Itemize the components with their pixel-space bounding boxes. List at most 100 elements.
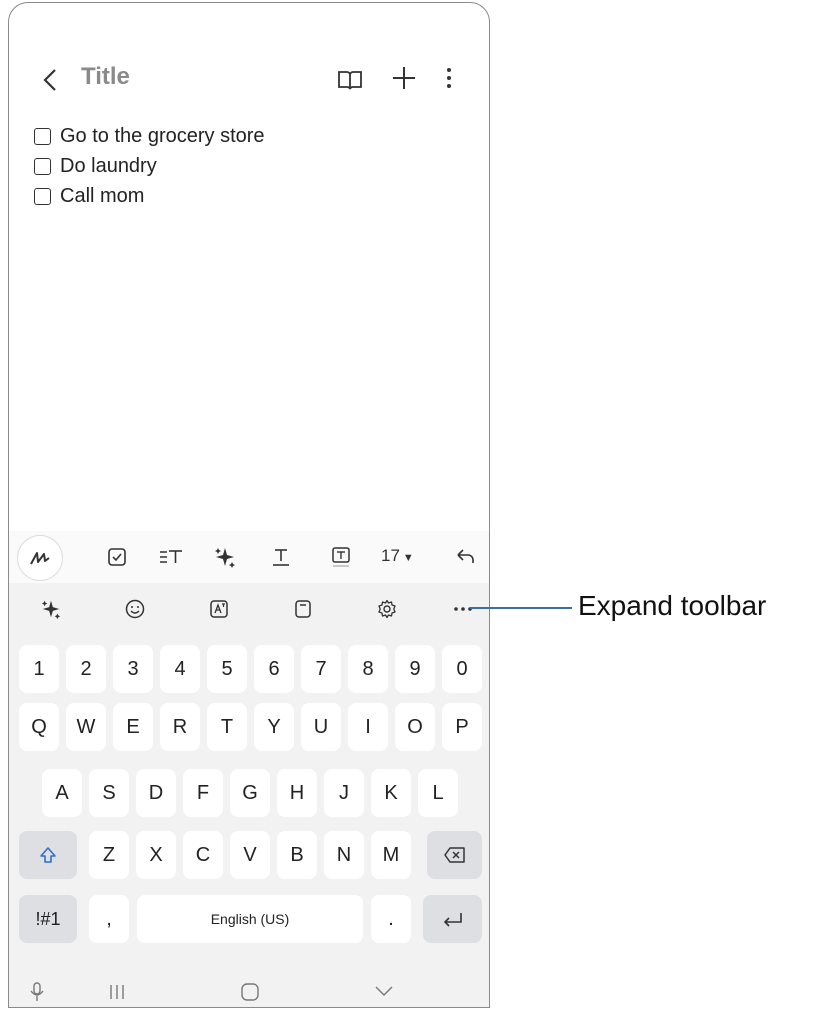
clipboard-icon [295,600,311,618]
handwriting-icon [30,552,50,565]
keyboard-toolbar [9,583,489,635]
callout-line [470,607,572,609]
note-editor[interactable]: Go to the grocery store Do laundry Call … [9,113,489,531]
emoji-icon [125,599,145,619]
keyboard: 1 2 3 4 5 6 7 8 9 0 Q W E R T Y U I O P … [9,635,489,975]
chevron-down-icon: ▼ [402,552,414,564]
system-nav-bar [9,975,489,1007]
clipboard-button[interactable] [283,583,323,635]
font-size-value: 17 [381,546,400,565]
key-g[interactable]: G [230,769,270,817]
checklist-item[interactable]: Do laundry [34,151,157,181]
checkbox-list-button[interactable] [97,531,137,583]
app-bar: Title [9,43,489,115]
translate-icon [210,600,228,618]
callout-label-expand-toolbar: Expand toolbar [578,590,767,621]
reading-mode-icon[interactable] [335,65,365,95]
checkbox[interactable] [34,187,51,205]
undo-icon [457,549,474,563]
backspace-icon [443,847,465,863]
key-o[interactable]: O [395,703,435,751]
text-style-icon [273,549,289,566]
enter-icon [443,913,462,927]
back-icon[interactable] [39,65,63,95]
text-box-icon [332,547,350,567]
shift-key[interactable] [19,831,77,879]
key-w[interactable]: W [66,703,106,751]
expand-toolbar-button[interactable] [447,583,479,635]
checklist-item-label[interactable]: Do laundry [60,155,157,178]
page-title[interactable]: Title [81,63,130,91]
key-5[interactable]: 5 [207,645,247,693]
checklist-item[interactable]: Call mom [34,181,144,211]
checklist-item[interactable]: Go to the grocery store [34,121,265,151]
text-align-button[interactable] [151,531,191,583]
checklist-item-label[interactable]: Call mom [60,185,144,208]
backspace-key[interactable] [427,831,482,879]
checklist-item-label[interactable]: Go to the grocery store [60,125,265,148]
key-u[interactable]: U [301,703,341,751]
format-toolbar: 17 ▼ [9,531,489,583]
key-7[interactable]: 7 [301,645,341,693]
key-y[interactable]: Y [254,703,294,751]
key-0[interactable]: 0 [442,645,482,693]
emoji-button[interactable] [115,583,155,635]
key-p[interactable]: P [442,703,482,751]
more-options-icon[interactable] [439,63,459,93]
settings-icon [378,599,396,619]
handwriting-button[interactable] [17,535,63,581]
checkbox-list-icon [108,548,126,566]
key-6[interactable]: 6 [254,645,294,693]
key-e[interactable]: E [113,703,153,751]
recent-apps-icon[interactable] [107,982,127,1002]
text-box-button[interactable] [321,531,361,583]
key-c[interactable]: C [183,831,223,879]
key-h[interactable]: H [277,769,317,817]
key-q[interactable]: Q [19,703,59,751]
ai-assist-button[interactable] [205,531,245,583]
undo-button[interactable] [445,531,485,583]
add-icon[interactable] [389,63,419,93]
key-d[interactable]: D [136,769,176,817]
text-style-button[interactable] [261,531,301,583]
key-3[interactable]: 3 [113,645,153,693]
key-z[interactable]: Z [89,831,129,879]
key-8[interactable]: 8 [348,645,388,693]
key-f[interactable]: F [183,769,223,817]
keyboard-settings-button[interactable] [367,583,407,635]
key-t[interactable]: T [207,703,247,751]
phone-screen: Title Go to the grocery store Do laundry… [8,2,490,1008]
font-size-dropdown[interactable]: 17 ▼ [381,546,414,566]
checkbox[interactable] [34,127,51,145]
space-key[interactable]: English (US) [137,895,363,943]
enter-key[interactable] [423,895,482,943]
period-key[interactable]: . [371,895,411,943]
key-i[interactable]: I [348,703,388,751]
key-m[interactable]: M [371,831,411,879]
ai-assist-icon [215,548,235,568]
comma-key[interactable]: , [89,895,129,943]
key-2[interactable]: 2 [66,645,106,693]
key-x[interactable]: X [136,831,176,879]
key-k[interactable]: K [371,769,411,817]
key-b[interactable]: B [277,831,317,879]
text-align-icon [160,550,182,563]
key-v[interactable]: V [230,831,270,879]
microphone-icon[interactable] [27,981,47,1003]
key-9[interactable]: 9 [395,645,435,693]
translate-button[interactable] [199,583,239,635]
key-1[interactable]: 1 [19,645,59,693]
key-n[interactable]: N [324,831,364,879]
key-a[interactable]: A [42,769,82,817]
key-l[interactable]: L [418,769,458,817]
checkbox[interactable] [34,157,51,175]
key-j[interactable]: J [324,769,364,817]
symbols-key[interactable]: !#1 [19,895,77,943]
key-r[interactable]: R [160,703,200,751]
ai-keyboard-button[interactable] [31,583,71,635]
key-s[interactable]: S [89,769,129,817]
home-icon[interactable] [239,981,261,1003]
key-4[interactable]: 4 [160,645,200,693]
hide-keyboard-icon[interactable] [373,984,395,998]
shift-icon [40,847,56,863]
